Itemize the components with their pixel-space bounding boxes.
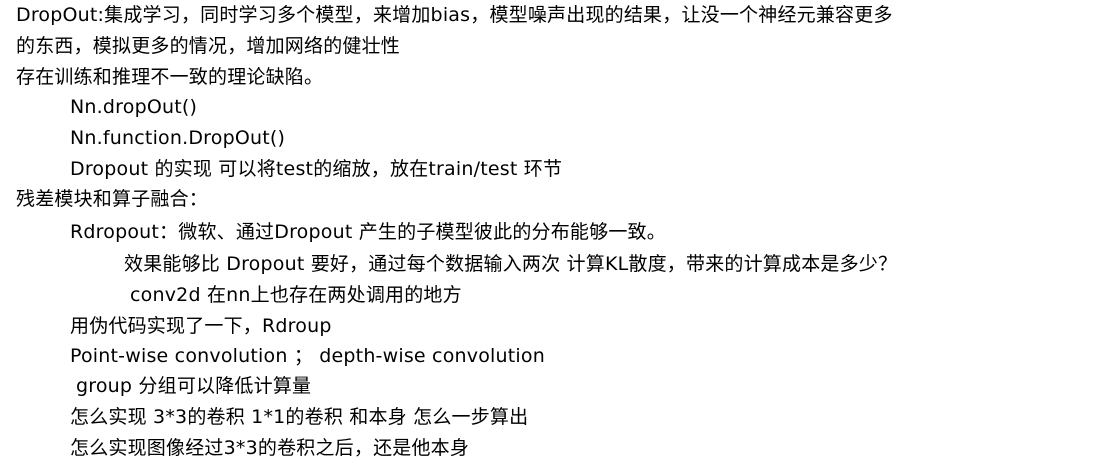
- note-line-nn-function-dropout: Nn.function.DropOut(): [70, 127, 286, 149]
- note-document: DropOut:集成学习，同时学习多个模型，来增加bias，模型噪声出现的结果，…: [0, 0, 1102, 468]
- note-line-nn-dropout: Nn.dropOut(): [70, 96, 198, 118]
- note-line-group-conv: group 分组可以降低计算量: [76, 375, 312, 397]
- note-line-merge-convolutions: 怎么实现 3*3的卷积 1*1的卷积 和本身 怎么一步算出: [70, 406, 529, 428]
- note-line-residual-operator-fusion: 残差模块和算子融合：: [16, 188, 209, 210]
- note-line-dropout-definition-cont: 的东西，模拟更多的情况，增加网络的健壮性: [16, 35, 401, 57]
- note-line-identity-convolution: 怎么实现图像经过3*3的卷积之后，还是他本身: [70, 437, 470, 459]
- note-line-kl-divergence-cost: 效果能够比 Dropout 要好，通过每个数据输入两次 计算KL散度，带来的计算…: [124, 253, 898, 275]
- note-line-pointwise-depthwise: Point-wise convolution ； depth-wise conv…: [70, 345, 545, 367]
- note-line-dropout-implementation: Dropout 的实现 可以将test的缩放，放在train/test 环节: [70, 158, 563, 180]
- note-line-pseudocode-rdroup: 用伪代码实现了一下，Rdroup: [70, 315, 332, 337]
- note-line-conv2d-calls: conv2d 在nn上也存在两处调用的地方: [130, 284, 462, 306]
- note-line-dropout-definition: DropOut:集成学习，同时学习多个模型，来增加bias，模型噪声出现的结果，…: [16, 4, 893, 26]
- note-line-rdropout: Rdropout：微软、通过Dropout 产生的子模型彼此的分布能够一致。: [70, 221, 666, 243]
- note-line-training-inference-gap: 存在训练和推理不一致的理论缺陷。: [16, 66, 324, 88]
